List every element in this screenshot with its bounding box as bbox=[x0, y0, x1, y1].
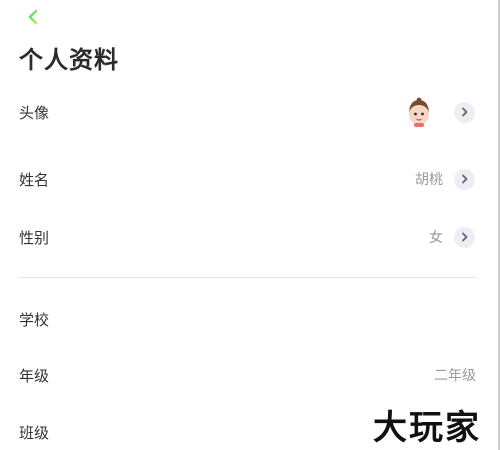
watermark-logo: 大玩家 bbox=[360, 402, 494, 448]
gender-row[interactable]: 性别 女 bbox=[0, 217, 500, 257]
school-row: 学校 bbox=[0, 299, 500, 339]
avatar bbox=[406, 97, 432, 127]
chevron-left-icon bbox=[28, 9, 38, 25]
name-value: 胡桃 bbox=[415, 172, 443, 188]
name-arrow-button[interactable] bbox=[454, 168, 475, 190]
class-label: 班级 bbox=[19, 423, 50, 442]
avatar-image-icon bbox=[409, 97, 429, 127]
gender-value: 女 bbox=[429, 230, 443, 246]
grade-row: 年级 二年级 bbox=[0, 355, 500, 395]
back-button[interactable] bbox=[22, 6, 44, 28]
section-divider bbox=[19, 277, 476, 278]
chevron-right-icon bbox=[461, 107, 467, 117]
school-label: 学校 bbox=[19, 310, 50, 329]
name-row[interactable]: 姓名 胡桃 bbox=[0, 159, 500, 199]
avatar-label: 头像 bbox=[19, 103, 50, 122]
page-title: 个人资料 bbox=[19, 46, 119, 74]
name-label: 姓名 bbox=[19, 170, 50, 189]
avatar-arrow-button[interactable] bbox=[454, 101, 475, 123]
profile-page: 个人资料 头像 姓名 胡桃 性别 女 学校 年级 二年级 班级 大玩家 bbox=[0, 0, 500, 450]
grade-label: 年级 bbox=[19, 366, 50, 385]
gender-arrow-button[interactable] bbox=[454, 226, 475, 248]
avatar-row[interactable]: 头像 bbox=[0, 92, 500, 132]
chevron-right-icon bbox=[461, 174, 467, 184]
gender-label: 性别 bbox=[19, 228, 50, 247]
grade-value: 二年级 bbox=[434, 368, 476, 384]
chevron-right-icon bbox=[461, 232, 467, 242]
